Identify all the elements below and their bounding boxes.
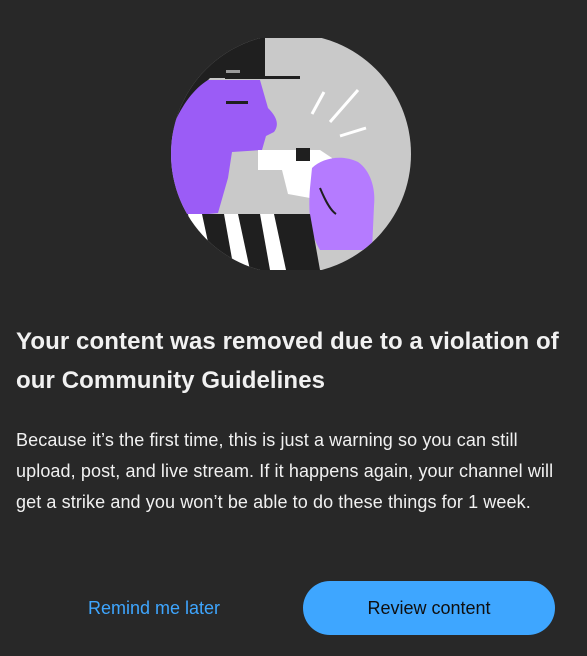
dialog-title: Your content was removed due to a violat… <box>16 328 559 394</box>
referee-whistle-illustration <box>171 38 411 270</box>
warning-dialog: Your content was removed due to a violat… <box>0 0 587 656</box>
dialog-message: Because it’s the first time, this is jus… <box>16 430 554 512</box>
review-content-button[interactable]: Review content <box>303 581 555 635</box>
remind-me-later-button[interactable]: Remind me later <box>56 582 252 634</box>
